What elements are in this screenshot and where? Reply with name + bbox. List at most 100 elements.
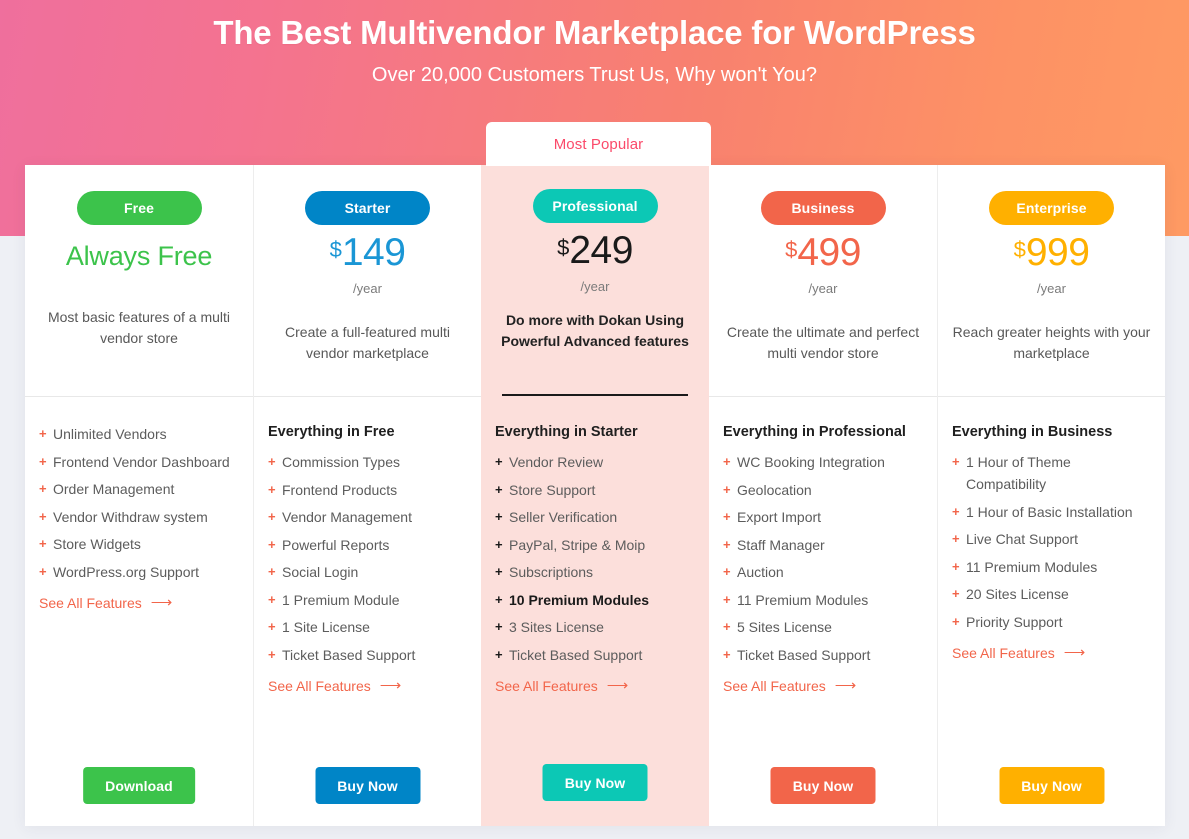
plan-feature-list: Everything in Starter + Vendor Review + Stor… [495,423,695,694]
plus-icon: + [723,564,731,579]
see-all-features-link[interactable]: See All Features ⟶ [952,645,1152,661]
plan-billing-period: /year [808,281,838,296]
feature-item: +5 Sites License [723,616,923,638]
plan-features-heading: Everything in Professional [723,424,906,440]
see-all-features-label: See All Features [952,644,1055,661]
plus-icon: + [39,426,47,441]
feature-label: Auction [737,564,784,580]
feature-item: + Priority Support [952,611,1152,633]
plus-icon: + [495,481,503,497]
plus-icon: + [952,531,960,546]
plan-price-amount: 249 [569,229,633,272]
plan-price: Always Free [65,233,213,279]
plan-cta-button[interactable]: Buy Now [542,764,648,801]
feature-item: +20 Sites License [952,583,1152,605]
plus-icon: + [723,619,731,634]
feature-item: + Export Import [723,506,923,528]
plan-divider [938,396,1165,397]
feature-label: Store Support [509,481,596,498]
feature-label: Seller Verification [509,509,618,525]
plan-cta-button[interactable]: Buy Now [770,767,876,804]
feature-item: + Ticket Based Support [268,644,468,666]
feature-item: + Commission Types [268,451,468,473]
plan-price-currency: $ [1013,237,1026,262]
plan-tagline: Create the ultimate and perfect multi ve… [726,324,920,361]
feature-item: + Subscriptions [495,561,695,583]
feature-label: Vendor Management [282,509,412,525]
pricing-plan-card: Enterprise $999/year Reach greater heights… [937,165,1165,826]
see-all-features-link[interactable]: See All Features ⟶ [268,678,468,694]
feature-label: 1 Premium Module [282,591,400,608]
plus-icon: + [723,591,731,607]
plan-billing-period: /year [1037,281,1066,296]
plus-icon: + [952,586,960,601]
plus-icon: + [495,619,503,634]
feature-item: + Social Login [268,561,468,583]
feature-item: + Store Widgets [39,533,239,555]
feature-item: +1 Hour of Theme Compatibility [952,451,1152,495]
feature-label: Live Chat Support [966,531,1079,547]
plus-icon: + [495,509,503,524]
see-all-features-link[interactable]: See All Features ⟶ [723,678,923,694]
plan-price-text: Always Free [65,241,213,271]
page-subtitle: Over 20,000 Customers Trust Us, Why won'… [371,64,818,86]
most-popular-label: Most Popular [553,135,644,153]
plan-cta-button[interactable]: Buy Now [315,767,420,804]
pricing-table: Free Always Free Most basic features of a … [25,165,1165,826]
plan-badge: Free [76,191,202,225]
plus-icon: + [952,503,960,519]
feature-item: +1 Hour of Basic Installation [952,501,1152,523]
feature-item: + Store Support [495,479,695,501]
plus-icon: + [39,453,47,469]
plus-icon: + [268,646,276,662]
feature-label: Powerful Reports [282,536,390,553]
feature-label: 20 Sites License [966,586,1069,602]
see-all-features-link[interactable]: See All Features ⟶ [39,595,239,611]
plan-badge: Business [760,191,886,225]
plan-feature-list: + Unlimited Vendors + Frontend Vendor Dashb… [39,423,239,611]
feature-item: + Frontend Products [268,479,468,501]
plus-icon: + [495,591,503,607]
feature-label: Frontend Products [282,481,398,498]
feature-label: Social Login [282,564,359,580]
plus-icon: + [495,454,503,469]
feature-item: +1 Site License [268,616,468,638]
feature-label: 1 Site License [282,619,370,635]
plus-icon: + [268,481,276,497]
feature-label: 11 Premium Modules [737,591,869,608]
plus-icon: + [268,536,276,552]
plus-icon: + [495,564,503,579]
plan-features-heading: Everything in Business [952,424,1113,440]
plan-cta-button[interactable]: Buy Now [999,767,1104,804]
see-all-features-label: See All Features [39,594,142,611]
plus-icon: + [268,591,276,607]
feature-label: Unlimited Vendors [53,426,167,442]
feature-item: +11 Premium Modules [952,556,1152,578]
feature-label: Staff Manager [737,536,825,553]
plus-icon: + [39,563,47,579]
arrow-right-icon: ⟶ [150,594,173,611]
plan-price-amount: 999 [1025,231,1090,274]
plus-icon: + [39,481,47,496]
feature-label: 1 Hour of Basic Installation [966,503,1133,520]
plan-cta-button[interactable]: Download [83,767,195,804]
see-all-features-link[interactable]: See All Features ⟶ [495,678,695,694]
plus-icon: + [723,646,731,662]
feature-item: + Ticket Based Support [723,644,923,666]
feature-item: + Geolocation [723,479,923,501]
plan-price: $149 [330,233,406,279]
plus-icon: + [952,613,960,629]
plus-icon: + [268,454,276,469]
plan-features-heading: Everything in Starter [495,424,638,440]
plan-badge: Professional [532,189,658,223]
plan-billing-period: /year [580,279,610,294]
plan-billing-period: /year [353,281,382,296]
plan-price-amount: 149 [341,231,406,274]
plus-icon: + [39,536,47,551]
pricing-page: The Best Multivendor Marketplace for Wor… [0,0,1189,839]
feature-label: Commission Types [282,454,401,470]
feature-label: Export Import [737,509,822,525]
feature-item: + Seller Verification [495,506,695,528]
feature-label: Ticket Based Support [737,646,871,663]
feature-label: 1 Hour of Theme Compatibility [966,454,1071,492]
